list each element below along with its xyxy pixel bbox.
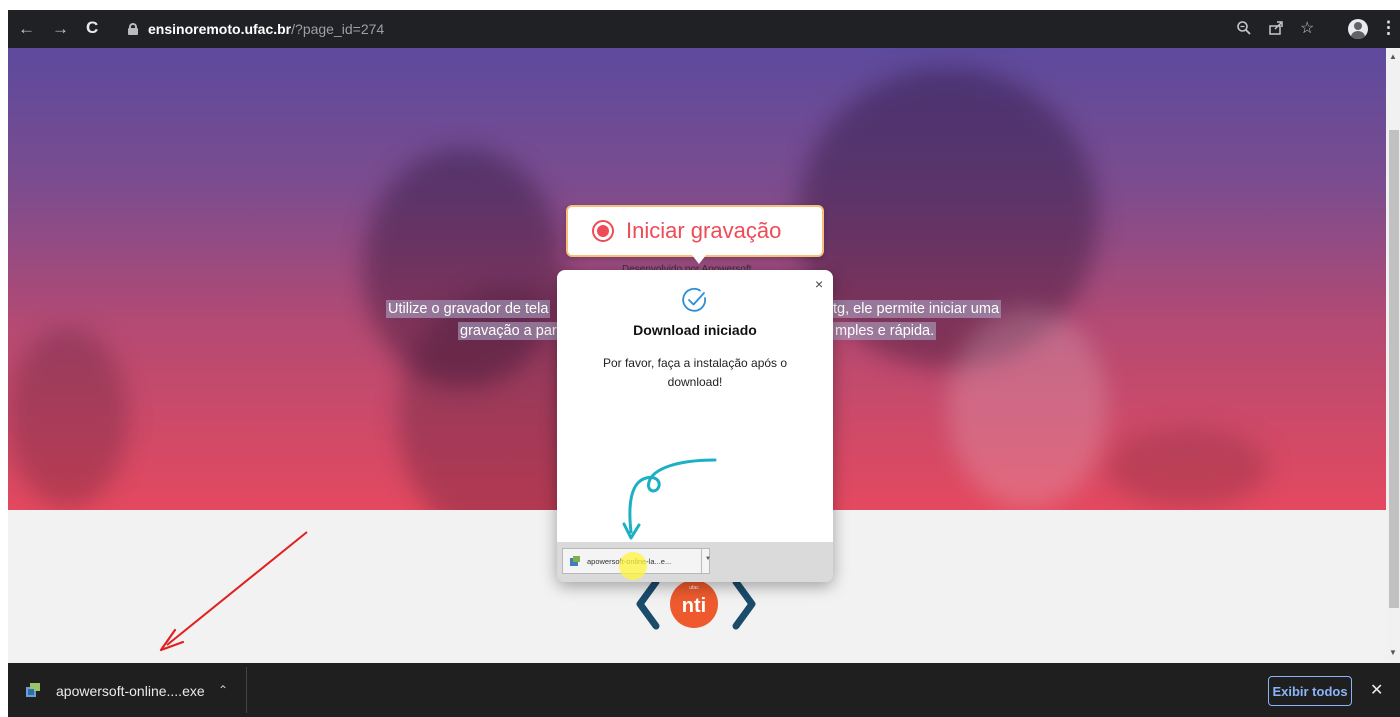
hero-text-line2-left: gravação a par: [458, 322, 559, 340]
scroll-thumb[interactable]: [1389, 130, 1399, 608]
red-annotation-arrow: [159, 531, 308, 652]
cursor-highlight: [619, 552, 647, 580]
hero-photo-shape: [948, 308, 1108, 508]
hero-text-line1-right: tg, ele permite iniciar uma: [831, 300, 1002, 318]
zoom-icon[interactable]: [1236, 20, 1252, 36]
modal-download-bar: apowersoft-online-la...e... ▼: [557, 542, 833, 582]
menu-icon[interactable]: ⋮: [1380, 18, 1397, 38]
forward-icon[interactable]: →: [52, 19, 69, 39]
scroll-down-icon[interactable]: ▼: [1389, 648, 1397, 657]
url-text[interactable]: ensinoremoto.ufac.br/?page_id=274: [148, 21, 384, 37]
lock-icon[interactable]: [128, 23, 138, 35]
download-started-modal: × Download iniciado Por favor, faça a in…: [557, 270, 833, 582]
browser-toolbar: ← → C ensinoremoto.ufac.br/?page_id=274 …: [8, 10, 1400, 48]
chevron-down-icon[interactable]: ▼: [705, 556, 711, 562]
star-icon[interactable]: ☆: [1300, 19, 1314, 39]
left-edge: [0, 0, 8, 717]
curved-arrow-icon: [622, 458, 717, 540]
record-icon: [592, 220, 614, 242]
modal-title: Download iniciado: [633, 322, 757, 338]
address-bar[interactable]: ensinoremoto.ufac.br/?page_id=274: [128, 18, 384, 40]
hero-text-line2-right: mples e rápida.: [833, 322, 937, 340]
profile-icon[interactable]: [1348, 19, 1368, 39]
nti-logo: nti ufac: [636, 578, 756, 630]
close-icon[interactable]: ✕: [1370, 680, 1383, 700]
installer-file-icon: [570, 556, 580, 566]
hero-text-line1-left: Utilize o gravador de tela: [386, 300, 551, 318]
chevron-up-icon[interactable]: ⌃: [218, 683, 228, 697]
reload-icon[interactable]: C: [86, 18, 98, 38]
start-recording-button[interactable]: Iniciar gravação: [566, 205, 824, 257]
check-circle-icon: [682, 287, 707, 312]
divider: [701, 549, 702, 573]
back-icon[interactable]: ←: [18, 19, 35, 39]
record-button-tail: [692, 255, 706, 264]
url-host: ensinoremoto.ufac.br: [148, 21, 292, 37]
share-icon[interactable]: [1268, 20, 1284, 36]
divider: [246, 667, 247, 713]
hero-photo-shape: [1108, 428, 1268, 508]
scroll-up-icon[interactable]: ▲: [1389, 52, 1397, 61]
installer-file-icon: [26, 683, 40, 697]
hero-photo-shape: [8, 328, 128, 508]
start-recording-label: Iniciar gravação: [626, 218, 782, 243]
logo-small-text: ufac: [689, 585, 699, 591]
url-path: /?page_id=274: [291, 21, 385, 37]
logo-text: nti: [682, 595, 706, 617]
page-scrollbar[interactable]: ▲ ▼: [1386, 48, 1400, 663]
close-icon[interactable]: ×: [815, 276, 823, 292]
download-file-name[interactable]: apowersoft-online....exe: [56, 683, 205, 699]
show-all-button[interactable]: Exibir todos: [1268, 676, 1352, 706]
download-shelf: apowersoft-online....exe ⌃ Exibir todos …: [8, 663, 1400, 717]
modal-message: Por favor, faça a instalação após o down…: [602, 356, 788, 389]
